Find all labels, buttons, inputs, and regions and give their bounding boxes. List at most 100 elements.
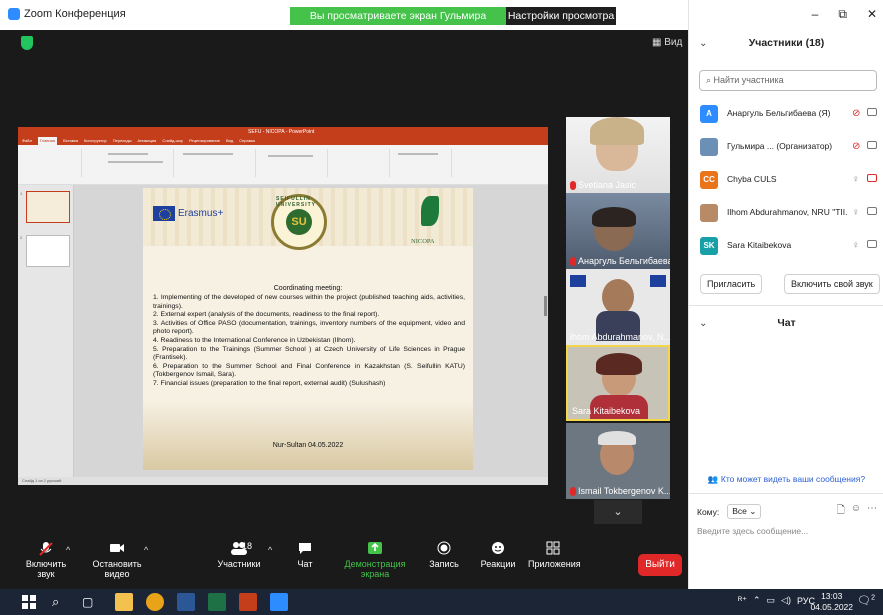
camera-icon: [867, 108, 877, 116]
title-bar: Zoom Конференция Вы просматриваете экран…: [0, 0, 688, 40]
chat-divider: [689, 493, 883, 494]
mic-icon: ♀: [852, 174, 860, 185]
avatar: A: [700, 105, 718, 123]
minimize-button[interactable]: –: [812, 7, 819, 22]
record-button[interactable]: Запись: [428, 541, 460, 569]
participants-button[interactable]: 18 Участники: [214, 541, 264, 569]
chrome-icon[interactable]: [146, 593, 164, 611]
close-button[interactable]: ✕: [867, 7, 877, 22]
user-icon[interactable]: ᴿ⁺: [738, 595, 747, 606]
powerpoint-icon[interactable]: [239, 593, 257, 611]
side-panel: – ⧉ ✕ ⌄ Участники (18) ⌕ Найти участника…: [688, 0, 883, 589]
task-view-icon[interactable]: ▢: [82, 593, 100, 611]
ppt-ribbon-tabs: Файл Главная Вставка Конструктор Переходы Ани…: [18, 137, 548, 145]
panel-divider: [689, 305, 883, 306]
windows-start-icon[interactable]: [20, 593, 38, 611]
audio-options-chevron[interactable]: ^: [66, 545, 70, 555]
seifullin-university-seal: SEIFULLIN UNIVERSITY SU: [271, 194, 327, 250]
camera-icon: [867, 240, 877, 248]
slide-agenda-item: 5. Preparation to the Trainings (Summer …: [153, 345, 465, 362]
apps-icon: [545, 541, 561, 555]
participants-options-chevron[interactable]: ^: [268, 545, 272, 555]
ppt-tab: Рецензирование: [189, 138, 220, 143]
participant-row[interactable]: Ilhom Abdurahmanov, NRU "TII... ♀: [689, 199, 883, 232]
file-icon[interactable]: 🗋: [837, 503, 845, 520]
invite-button[interactable]: Пригласить: [700, 274, 763, 294]
slide-agenda-item: 2. External expert (analysis of the docu…: [153, 311, 380, 319]
gallery-scroll-down-button[interactable]: ⌄: [594, 500, 642, 524]
ppt-tab: Анимация: [137, 138, 157, 143]
volume-icon[interactable]: ◁): [781, 595, 791, 606]
avatar: SK: [700, 237, 718, 255]
muted-mic-icon: ⊘: [852, 141, 861, 152]
notifications-icon[interactable]: 🗨2: [857, 594, 875, 607]
participant-search-input[interactable]: ⌕ Найти участника: [699, 70, 877, 91]
excel-icon[interactable]: [208, 593, 226, 611]
slide-thumbnail-2: [26, 235, 70, 267]
chat-button[interactable]: Чат: [290, 541, 320, 569]
muted-mic-icon: ⊘: [852, 108, 861, 119]
participant-name: Sara Kitaibekova: [727, 240, 792, 250]
current-slide: Erasmus+ SEIFULLIN UNIVERSITY SU NICOPA …: [143, 188, 473, 470]
word-icon[interactable]: [177, 593, 195, 611]
avatar: [700, 204, 718, 222]
leave-meeting-button[interactable]: Выйти: [638, 554, 682, 576]
viewing-screen-banner: Вы просматриваете экран Гульмира Сатыбал…: [290, 7, 506, 40]
emoji-icon[interactable]: ☺: [851, 503, 861, 520]
muted-mic-icon: [570, 486, 576, 496]
participant-row[interactable]: SK Sara Kitaibekova ♀: [689, 232, 883, 265]
clock[interactable]: 13:03 04.05.2022: [810, 591, 853, 613]
participant-row[interactable]: CC Chyba CULS ♀: [689, 166, 883, 199]
splitter-handle[interactable]: [544, 296, 547, 316]
chat-visibility-link[interactable]: 👥 Кто может видеть ваши сообщения?: [689, 474, 883, 485]
ppt-tab: Вид: [225, 138, 234, 143]
reactions-button[interactable]: Реакции: [480, 541, 516, 569]
view-layout-button[interactable]: ▦ Вид: [652, 37, 682, 48]
app-title: Zoom Конференция: [8, 8, 126, 20]
camera-icon: [867, 207, 877, 215]
slide-canvas: Erasmus+ SEIFULLIN UNIVERSITY SU NICOPA …: [74, 185, 548, 477]
participant-list: A Анаргуль Бельгибаева (Я) ⊘ Гульмира ... (…: [689, 100, 883, 265]
share-screen-icon: [367, 541, 383, 555]
chat-message-input[interactable]: Введите здесь сообщение...: [697, 526, 808, 536]
slide-agenda-list: 1. Implementing of the developed of new …: [153, 294, 465, 389]
meeting-toolbar: Включить звук ^ Остановить видео ^ 18 Уч…: [0, 537, 688, 589]
ppt-tab: Файл: [22, 138, 32, 143]
erasmus-logo: Erasmus+: [178, 208, 224, 219]
apps-button[interactable]: Приложения: [528, 541, 581, 569]
video-options-chevron[interactable]: ^: [144, 545, 148, 555]
participant-name: Ilhom Abdurahmanov, NRU "TII...: [727, 207, 847, 217]
video-tile[interactable]: Ismail Tokbergenov K...: [566, 423, 670, 499]
video-tile[interactable]: Svetlana Jasic: [566, 117, 670, 193]
participant-row[interactable]: Гульмира ... (Организатор) ⊘: [689, 133, 883, 166]
mic-icon: ♀: [852, 240, 860, 251]
more-icon[interactable]: ⋯: [867, 503, 877, 520]
video-tile-active-speaker[interactable]: Sara Kitaibekova: [566, 345, 670, 421]
video-tile[interactable]: Анаргуль Бельгибаева: [566, 193, 670, 269]
view-settings-button[interactable]: Настройки просмотра ⌄: [506, 7, 616, 40]
network-icon[interactable]: ▭: [767, 595, 776, 606]
video-camera-icon: [109, 541, 125, 555]
file-explorer-icon[interactable]: [115, 593, 133, 611]
slide-thumbnails: 1 2: [18, 185, 74, 477]
ppt-statusbar: Слайд 1 из 2 русский: [18, 477, 548, 485]
slide-agenda-item: 6. Preparation to the Summer School and …: [153, 362, 465, 379]
chat-recipient-select[interactable]: Все ⌄: [727, 504, 762, 519]
tray-chevron-icon[interactable]: ⌃: [753, 595, 761, 606]
security-shield-icon[interactable]: [21, 36, 33, 50]
unmute-self-button[interactable]: Включить свой звук: [784, 274, 880, 294]
zoom-taskbar-icon[interactable]: [270, 593, 288, 611]
share-screen-button[interactable]: Демонстрация экрана: [334, 541, 416, 579]
shared-powerpoint: SEFU - NICOPA - PowerPoint Файл Главная Вс…: [18, 127, 548, 485]
slide-heading: Coordinating meeting:: [273, 285, 343, 292]
slide-background-building: [143, 400, 473, 470]
camera-icon: [867, 141, 877, 149]
stop-video-button[interactable]: Остановить видео: [82, 541, 152, 579]
participant-name: Анаргуль Бельгибаева (Я): [727, 108, 831, 118]
video-tile[interactable]: lhom Abdurahmanov, N...: [566, 269, 670, 345]
smiley-icon: [490, 541, 506, 555]
participant-row[interactable]: A Анаргуль Бельгибаева (Я) ⊘: [689, 100, 883, 133]
restore-button[interactable]: ⧉: [838, 7, 847, 22]
search-icon[interactable]: ⌕: [52, 593, 70, 611]
avatar: [700, 138, 718, 156]
